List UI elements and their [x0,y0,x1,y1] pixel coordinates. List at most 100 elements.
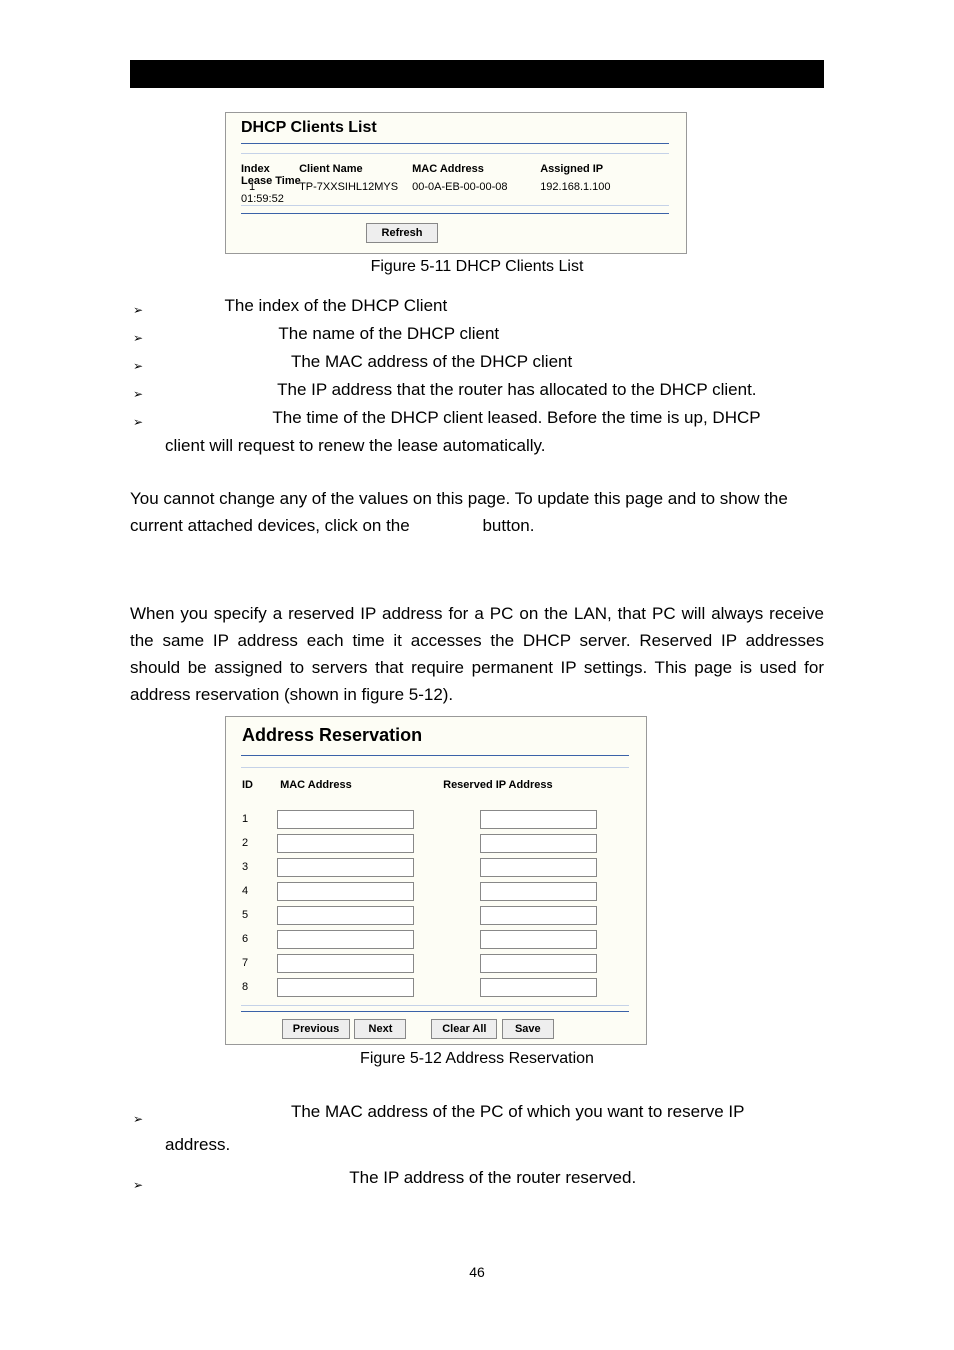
cell-mac: 00-0A-EB-00-00-08 [412,181,537,193]
ip-input[interactable] [480,906,597,925]
dhcp-panel-title: DHCP Clients List [241,119,686,137]
hr [241,143,669,144]
col-id: ID [242,779,277,791]
section-heading: 5.6.3 Address Reservation [130,560,342,580]
addr-rows: 1 2 3 4 5 6 7 8 [242,807,597,999]
table-row: 6 [242,927,597,951]
mac-input[interactable] [277,834,414,853]
table-row: 3 [242,855,597,879]
hr [241,755,629,756]
row-id: 4 [242,885,277,897]
previous-button[interactable]: Previous [282,1019,350,1039]
hr [241,153,669,154]
page-number: 46 [130,1264,824,1280]
paragraph-text: current attached devices, click on the [130,516,414,535]
row-id: 6 [242,933,277,945]
paragraph: You cannot change any of the values on t… [130,485,824,539]
bullet-list-2: ➢ MAC Address - The MAC address of the P… [130,1095,824,1194]
list-prefix: Index - [165,296,225,315]
cell-lease: 01:59:52 [241,193,301,205]
list-prefix: Assigned IP Address - [165,1168,349,1187]
list-prefix: Client Name - [165,324,278,343]
list-item: ➢ MAC Address - The MAC address of the P… [130,1095,824,1128]
ip-input[interactable] [480,954,597,973]
ip-input[interactable] [480,978,597,997]
bullet-icon: ➢ [133,1169,143,1202]
dhcp-clients-panel: DHCP Clients List Index Client Name MAC … [225,112,687,254]
save-button[interactable]: Save [502,1019,554,1039]
hr [241,1005,629,1006]
ip-input[interactable] [480,810,597,829]
clear-all-button[interactable]: Clear All [431,1019,497,1039]
mac-input[interactable] [277,954,414,973]
ip-input[interactable] [480,882,597,901]
list-item-continuation: client will request to renew the lease a… [130,432,824,460]
header-bar [130,60,824,86]
list-item: ➢ Assigned IP Address - The IP address o… [130,1161,824,1194]
mac-input[interactable] [277,858,414,877]
figure-caption-5-11: Figure 5-11 DHCP Clients List [130,258,824,276]
hr [241,213,669,214]
list-prefix: MAC Address - [165,352,291,371]
list-text: The name of the DHCP client [278,324,499,343]
mac-input[interactable] [277,810,414,829]
list-prefix: Assigned IP - [165,380,277,399]
col-mac: MAC Address [280,779,440,791]
cell-index: 1 [241,181,296,193]
hr [241,205,669,206]
col-index: Index [241,163,296,175]
row-id: 7 [242,957,277,969]
hr [241,767,629,768]
list-item: ➢ Index - The index of the DHCP Client [130,292,824,320]
col-mac-address: MAC Address [412,163,537,175]
addr-table-header: ID MAC Address Reserved IP Address [242,779,642,791]
addr-panel-title: Address Reservation [242,725,646,746]
table-row: 5 [242,903,597,927]
address-reservation-panel: Address Reservation ID MAC Address Reser… [225,716,647,1045]
row-id: 8 [242,981,277,993]
refresh-button[interactable]: Refresh [366,223,438,243]
figure-caption-5-12: Figure 5-12 Address Reservation [130,1050,824,1068]
col-reserved-ip: Reserved IP Address [443,779,552,791]
dhcp-table-row: 1 TP-7XXSIHL12MYS 00-0A-EB-00-00-08 192.… [241,181,681,205]
paragraph-text: button. [478,516,535,535]
table-row: 8 [242,975,597,999]
cell-ip: 192.168.1.100 [540,181,625,193]
hr [241,1011,629,1012]
ip-input[interactable] [480,834,597,853]
table-row: 4 [242,879,597,903]
mac-input[interactable] [277,978,414,997]
row-id: 5 [242,909,277,921]
list-item: ➢ Client Name - The name of the DHCP cli… [130,320,824,348]
table-row: 2 [242,831,597,855]
bullet-icon: ➢ [133,1103,143,1136]
list-text: The time of the DHCP client leased. Befo… [272,408,760,427]
list-item-continuation: address. [130,1128,824,1161]
row-id: 3 [242,861,277,873]
bullet-list-1: ➢ Index - The index of the DHCP Client ➢… [130,292,824,460]
table-row: 7 [242,951,597,975]
ip-input[interactable] [480,930,597,949]
list-prefix: MAC Address - [165,1102,291,1121]
row-id: 2 [242,837,277,849]
mac-input[interactable] [277,930,414,949]
paragraph-text: You cannot change any of the values on t… [130,489,788,508]
ip-input[interactable] [480,858,597,877]
list-item: ➢ MAC Address - The MAC address of the D… [130,348,824,376]
inline-bold: Refresh [414,516,477,535]
paragraph: When you specify a reserved IP address f… [130,600,824,708]
mac-input[interactable] [277,882,414,901]
list-text: The MAC address of the DHCP client [291,352,572,371]
list-text: The IP address of the router reserved. [349,1168,636,1187]
list-text: The MAC address of the PC of which you w… [291,1102,745,1121]
list-text: The index of the DHCP Client [225,296,448,315]
col-client-name: Client Name [299,163,409,175]
list-prefix: Lease Time - [165,408,272,427]
cell-client-name: TP-7XXSIHL12MYS [299,181,409,193]
list-text: The IP address that the router has alloc… [277,380,756,399]
bullet-icon: ➢ [133,408,143,436]
row-id: 1 [242,813,277,825]
mac-input[interactable] [277,906,414,925]
col-assigned-ip: Assigned IP [540,163,625,175]
next-button[interactable]: Next [354,1019,406,1039]
